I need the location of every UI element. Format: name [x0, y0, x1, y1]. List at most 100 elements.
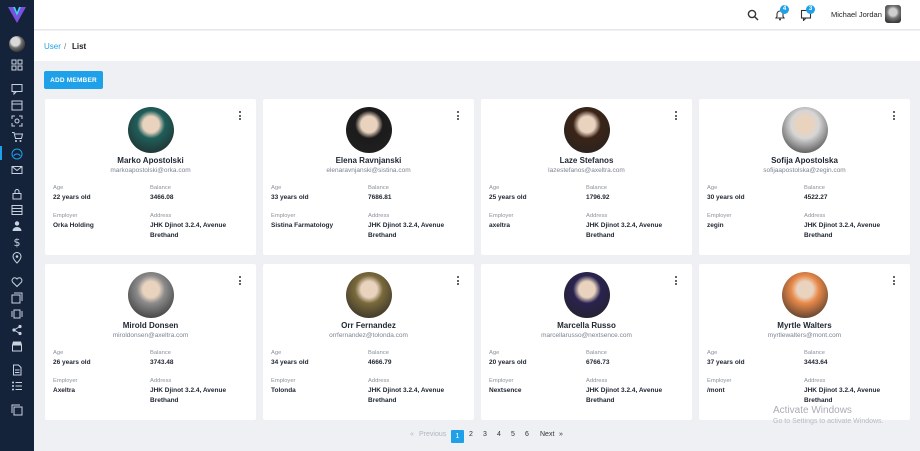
pagination-next-arrow[interactable]: » — [559, 431, 563, 438]
chat-icon[interactable] — [11, 83, 23, 95]
age-value: 22 years old — [53, 194, 91, 201]
address-label: Address — [586, 213, 608, 219]
heart-icon[interactable] — [11, 276, 23, 288]
address-label: Address — [150, 378, 172, 384]
search-icon[interactable] — [747, 9, 759, 21]
balance-label: Balance — [586, 185, 607, 191]
more-options-icon[interactable] — [674, 276, 678, 286]
balance-value: 4522.27 — [804, 194, 828, 201]
balance-value: 1796.92 — [586, 194, 610, 201]
dollar-icon[interactable]: $ — [11, 236, 23, 248]
member-card: Laze Stefanos lazestefanos@axeltra.com A… — [481, 99, 692, 255]
balance-value: 4666.79 — [368, 359, 392, 366]
location-pin-icon[interactable] — [11, 252, 23, 264]
calendar-icon[interactable] — [11, 99, 23, 111]
pagination-page-1[interactable]: 1 — [451, 430, 464, 443]
user-avatar[interactable] — [885, 5, 901, 23]
app-logo-icon[interactable] — [8, 7, 26, 23]
employer-value: Axeltra — [53, 387, 76, 394]
employer-label: Employer — [53, 213, 78, 219]
member-avatar — [128, 272, 174, 318]
address-line1: JHK Djinot 3.2.4, Avenue — [368, 387, 445, 394]
address-label: Address — [150, 213, 172, 219]
pagination-page-5[interactable]: 5 — [511, 431, 515, 438]
member-avatar — [346, 272, 392, 318]
age-value: 37 years old — [707, 359, 745, 366]
more-options-icon[interactable] — [238, 111, 242, 121]
member-avatar — [346, 107, 392, 153]
person-icon[interactable] — [11, 220, 23, 232]
activate-windows-hint: Go to Settings to activate Windows. — [773, 418, 884, 425]
member-card: Mirold Donsen miroldonsen@axeltra.com Ag… — [45, 264, 256, 420]
pagination-page-4[interactable]: 4 — [497, 431, 501, 438]
breadcrumb: User / List — [34, 31, 920, 61]
scan-icon[interactable] — [11, 115, 23, 127]
copy-icon[interactable] — [11, 404, 23, 416]
sidebar-avatar[interactable] — [9, 36, 25, 52]
lock-icon[interactable] — [11, 188, 23, 200]
address-label: Address — [368, 378, 390, 384]
employer-label: Employer — [707, 378, 732, 384]
employer-value: Sistina Farmatology — [271, 222, 334, 229]
table-icon[interactable] — [11, 204, 23, 216]
member-name: Marko Apostolski — [117, 156, 184, 165]
more-options-icon[interactable] — [892, 276, 896, 286]
member-avatar — [128, 107, 174, 153]
member-name: Laze Stefanos — [559, 156, 614, 165]
more-options-icon[interactable] — [238, 276, 242, 286]
pagination-next[interactable]: Next — [540, 431, 554, 438]
age-value: 30 years old — [707, 194, 745, 201]
more-options-icon[interactable] — [674, 111, 678, 121]
share-nodes-icon[interactable] — [11, 324, 23, 336]
address-line2: Brethand — [368, 232, 397, 239]
more-options-icon[interactable] — [892, 111, 896, 121]
dashboard-icon[interactable] — [11, 59, 23, 71]
more-options-icon[interactable] — [456, 111, 460, 121]
list-icon[interactable] — [11, 380, 23, 392]
user-name[interactable]: Michael Jordan — [831, 10, 882, 19]
document-icon[interactable] — [11, 364, 23, 376]
employer-label: Employer — [53, 378, 78, 384]
pagination-previous: Previous — [419, 431, 447, 438]
pagination-page-6[interactable]: 6 — [525, 431, 529, 438]
employer-value: axeltra — [489, 222, 510, 229]
balance-label: Balance — [804, 185, 825, 191]
balance-value: 3443.64 — [804, 359, 828, 366]
more-options-icon[interactable] — [456, 276, 460, 286]
users-circle-icon[interactable] — [11, 148, 23, 160]
address-line2: Brethand — [586, 232, 615, 239]
address-line1: JHK Djinot 3.2.4, Avenue — [804, 222, 881, 229]
add-member-button[interactable]: ADD MEMBER — [44, 71, 103, 89]
balance-value: 6766.73 — [586, 359, 610, 366]
balance-label: Balance — [368, 185, 389, 191]
employer-label: Employer — [489, 213, 514, 219]
layers-icon[interactable] — [11, 292, 23, 304]
top-bar: 4 3 Michael Jordan — [34, 0, 920, 30]
age-value: 20 years old — [489, 359, 527, 366]
member-name: Myrtle Walters — [777, 321, 832, 330]
pagination-page-2[interactable]: 2 — [469, 431, 473, 438]
member-email: miroldonsen@axeltra.com — [112, 332, 189, 339]
member-email: elenaravnjanski@sistina.com — [326, 167, 411, 174]
member-name: Sofija Apostolska — [771, 156, 838, 165]
cart-icon[interactable] — [11, 131, 23, 143]
employer-value: zegin — [707, 222, 724, 229]
member-card: Elena Ravnjanski elenaravnjanski@sistina… — [263, 99, 474, 255]
age-label: Age — [707, 185, 718, 191]
employer-label: Employer — [707, 213, 732, 219]
age-label: Age — [53, 350, 64, 356]
film-icon[interactable] — [11, 308, 23, 320]
mail-icon[interactable] — [11, 164, 23, 176]
employer-label: Employer — [271, 378, 296, 384]
activate-windows-watermark: Activate Windows — [773, 405, 852, 416]
pagination-page-3[interactable]: 3 — [483, 431, 487, 438]
store-icon[interactable] — [11, 340, 23, 352]
member-name: Orr Fernandez — [341, 321, 396, 330]
member-email: orrfernandez@tolonda.com — [329, 332, 408, 339]
balance-label: Balance — [150, 185, 171, 191]
address-line1: JHK Djinot 3.2.4, Avenue — [150, 222, 227, 229]
age-value: 34 years old — [271, 359, 309, 366]
breadcrumb-parent-link[interactable]: User — [44, 42, 61, 51]
address-line2: Brethand — [586, 397, 615, 404]
address-label: Address — [368, 213, 390, 219]
